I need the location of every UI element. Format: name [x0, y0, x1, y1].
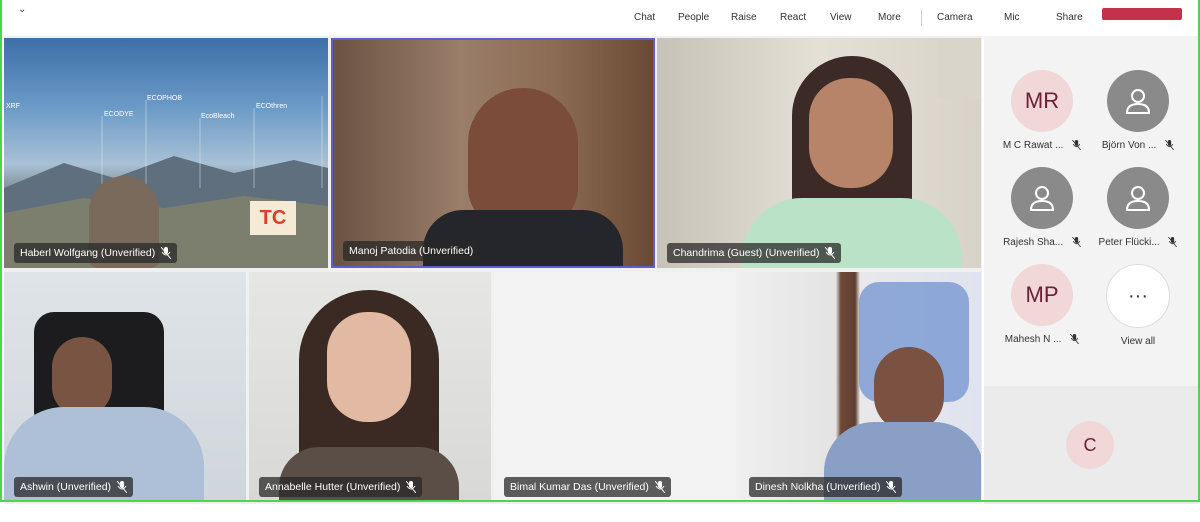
- participant-name: Chandrima (Guest) (Unverified): [673, 247, 820, 259]
- mic-off-icon: [406, 481, 417, 493]
- chevron-down-icon[interactable]: ⌄: [18, 4, 26, 15]
- people-button[interactable]: People: [678, 12, 709, 23]
- participant-face: [809, 78, 893, 188]
- participant-card-mc-rawat[interactable]: MR M C Rawat ...: [992, 70, 1092, 151]
- participant-name: Annabelle Hutter (Unverified): [265, 481, 401, 493]
- avatar: [1107, 167, 1169, 229]
- chart-label-ecodye: ECODYE: [104, 111, 134, 118]
- person-icon: [1125, 186, 1151, 211]
- mic-off-icon: [1165, 140, 1175, 151]
- camera-button[interactable]: Camera: [937, 12, 973, 23]
- participant-face: [874, 347, 944, 432]
- mic-off-icon: [886, 481, 897, 493]
- name-tag: Haberl Wolfgang (Unverified): [14, 243, 178, 263]
- video-tile-haberl[interactable]: XRF ECODYE ECOPHOB EcoBleach ECOthren TC…: [4, 38, 328, 268]
- video-tile-manoj[interactable]: Manoj Patodia (Unverified): [331, 38, 655, 268]
- chart-label-ecothren: ECOthren: [256, 103, 287, 110]
- more-options-icon: ···: [1106, 264, 1170, 328]
- tc-logo: TC: [250, 201, 296, 235]
- name-tag: Chandrima (Guest) (Unverified): [667, 243, 842, 263]
- participant-card-peter[interactable]: Peter Flücki...: [1088, 167, 1188, 248]
- participant-card-rajesh[interactable]: Rajesh Sha...: [992, 167, 1092, 248]
- chart-label-ecophob: ECOPHOB: [147, 95, 182, 102]
- mic-off-icon: [1070, 334, 1080, 345]
- leave-button[interactable]: [1102, 8, 1182, 20]
- video-tile-bimal[interactable]: Bimal Kumar Das (Unverified): [494, 272, 736, 502]
- view-all-button[interactable]: ··· View all: [1088, 264, 1188, 347]
- name-tag: Manoj Patodia (Unverified): [343, 241, 480, 261]
- name-tag: Dinesh Nolkha (Unverified): [749, 477, 903, 497]
- name-tag: Ashwin (Unverified): [14, 477, 134, 497]
- wall-fixture: [937, 38, 981, 98]
- chart-label-ecobleach: EcoBleach: [201, 113, 235, 120]
- more-button[interactable]: More: [878, 12, 901, 23]
- participant-name: Bimal Kumar Das (Unverified): [510, 481, 649, 493]
- mic-off-icon: [1071, 237, 1081, 248]
- person-icon: [1125, 89, 1151, 114]
- participant-face: [52, 337, 112, 417]
- video-tile-ashwin[interactable]: Ashwin (Unverified): [4, 272, 246, 502]
- mic-button[interactable]: Mic: [1004, 12, 1020, 23]
- participant-name: Ashwin (Unverified): [20, 481, 112, 493]
- self-view[interactable]: C: [984, 386, 1198, 504]
- person-icon: [1029, 186, 1055, 211]
- participant-card-name: Rajesh Sha...: [992, 237, 1092, 248]
- mic-off-icon: [825, 247, 836, 259]
- participant-figure: [468, 88, 578, 228]
- mic-off-icon: [1072, 140, 1082, 151]
- participant-card-name: Björn Von ...: [1088, 140, 1188, 151]
- mic-off-icon: [1168, 237, 1178, 248]
- video-tile-chandrima[interactable]: Chandrima (Guest) (Unverified): [657, 38, 981, 268]
- participant-card-name: M C Rawat ...: [992, 140, 1092, 151]
- participant-card-name: Mahesh N ...: [992, 334, 1092, 345]
- raise-hand-button[interactable]: Raise: [731, 12, 757, 23]
- mic-off-icon: [161, 247, 172, 259]
- participant-card-bjorn[interactable]: Björn Von ...: [1088, 70, 1188, 151]
- participant-name: Haberl Wolfgang (Unverified): [20, 247, 156, 259]
- self-avatar: C: [1066, 421, 1114, 469]
- participant-name: Dinesh Nolkha (Unverified): [755, 481, 881, 493]
- avatar: [1107, 70, 1169, 132]
- participant-card-name: Peter Flücki...: [1088, 237, 1188, 248]
- view-button[interactable]: View: [830, 12, 852, 23]
- mic-off-icon: [654, 481, 665, 493]
- participant-face: [327, 312, 411, 422]
- view-all-label: View all: [1120, 336, 1156, 347]
- name-tag: Bimal Kumar Das (Unverified): [504, 477, 671, 497]
- participant-name: Manoj Patodia (Unverified): [349, 245, 474, 257]
- video-tile-dinesh[interactable]: Dinesh Nolkha (Unverified): [739, 272, 981, 502]
- toolbar-divider: [921, 10, 922, 26]
- chat-button[interactable]: Chat: [634, 12, 655, 23]
- share-button[interactable]: Share: [1056, 12, 1083, 23]
- react-button[interactable]: React: [780, 12, 806, 23]
- chart-label-xrf: XRF: [6, 103, 20, 110]
- avatar: MP: [1011, 264, 1073, 326]
- avatar: MR: [1011, 70, 1073, 132]
- avatar: [1011, 167, 1073, 229]
- participant-card-mahesh[interactable]: MP Mahesh N ...: [992, 264, 1092, 345]
- name-tag: Annabelle Hutter (Unverified): [259, 477, 423, 497]
- video-tile-annabelle[interactable]: Annabelle Hutter (Unverified): [249, 272, 491, 502]
- meeting-toolbar: ⌄ Chat People Raise React View More Came…: [0, 0, 1200, 36]
- mic-off-icon: [117, 481, 128, 493]
